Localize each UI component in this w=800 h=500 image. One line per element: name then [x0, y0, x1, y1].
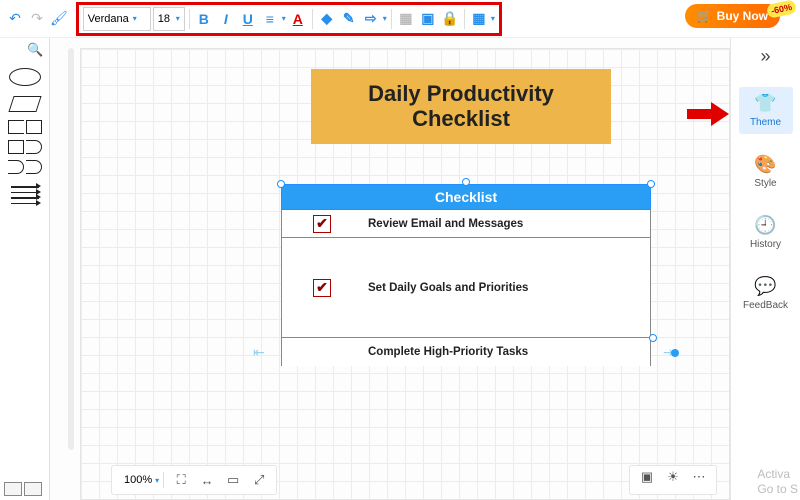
- chevron-down-icon: ▾: [155, 476, 159, 485]
- table-row[interactable]: Complete High-Priority Tasks: [281, 338, 651, 366]
- cart-icon: 🛒: [697, 9, 712, 23]
- flag-shape[interactable]: [8, 120, 24, 134]
- tutorial-arrow-icon: [687, 102, 731, 126]
- font-size-value: 18: [158, 13, 170, 25]
- windows-activation-watermark: ActivaGo to S: [757, 467, 798, 496]
- chevron-down-icon: ▾: [282, 14, 286, 23]
- lock-button[interactable]: 🔒: [440, 9, 460, 29]
- shape-category-tabs[interactable]: [4, 482, 42, 496]
- sidebar-item-label: FeedBack: [743, 300, 788, 311]
- task-cell: Set Daily Goals and Priorities: [362, 282, 650, 294]
- image-button[interactable]: ▦: [396, 9, 416, 29]
- brightness-button[interactable]: ☀: [664, 468, 682, 486]
- shape-library-panel: 🔍: [0, 38, 50, 500]
- search-icon[interactable]: 🔍: [27, 42, 45, 60]
- buy-now-label: Buy Now: [717, 9, 768, 23]
- canvas-bottom-toolbar: 100% ▾ ⛶ ↔ ▭ ⤢: [111, 465, 277, 495]
- sidebar-item-history[interactable]: 🕘 History: [739, 209, 793, 256]
- font-size-select[interactable]: 18 ▾: [153, 7, 185, 31]
- table-row[interactable]: ✔ Review Email and Messages: [281, 210, 651, 238]
- extend-left-handle[interactable]: ⇤: [253, 344, 275, 358]
- title-text-box[interactable]: Daily Productivity Checklist: [311, 69, 611, 144]
- text-color-button[interactable]: A: [288, 9, 308, 29]
- layer-button[interactable]: ▣: [418, 9, 438, 29]
- presentation-button[interactable]: ▣: [638, 468, 656, 486]
- sidebar-item-label: Style: [754, 178, 776, 189]
- format-painter-button[interactable]: 🖌: [50, 10, 68, 27]
- task-cell: Complete High-Priority Tasks: [362, 346, 650, 358]
- parallelogram-shape[interactable]: [8, 96, 41, 112]
- font-family-value: Verdana: [88, 13, 129, 25]
- table-row[interactable]: ✔ Set Daily Goals and Priorities: [281, 238, 651, 338]
- sidebar-item-feedback[interactable]: 💬 FeedBack: [739, 270, 793, 317]
- redo-button[interactable]: ↷: [28, 10, 46, 28]
- sidebar-item-style[interactable]: 🎨 Style: [739, 148, 793, 195]
- collapse-sidebar-button[interactable]: »: [760, 46, 770, 67]
- more-view-button[interactable]: ⋯: [690, 468, 708, 486]
- arc-shape[interactable]: [26, 140, 42, 154]
- arrow-line-shape-3[interactable]: [11, 203, 39, 205]
- chevron-down-icon: ▾: [133, 14, 137, 23]
- canvas-wrapper: Daily Productivity Checklist Checklist ✔…: [50, 38, 730, 500]
- clock-icon: 🕘: [754, 215, 776, 236]
- selection-handle[interactable]: [647, 180, 655, 188]
- palette-icon: 🎨: [754, 154, 776, 175]
- ellipse-shape[interactable]: [9, 68, 41, 86]
- table-grid-button[interactable]: ▦: [469, 9, 489, 29]
- checklist-table[interactable]: Checklist ✔ Review Email and Messages ✔ …: [281, 184, 651, 366]
- font-family-select[interactable]: Verdana ▾: [83, 7, 151, 31]
- undo-button[interactable]: ↶: [6, 10, 24, 28]
- arc-shape-3[interactable]: [26, 160, 42, 174]
- sidebar-item-label: Theme: [750, 117, 781, 128]
- top-toolbar: ↶ ↷ 🖌 Verdana ▾ 18 ▾ B I U ≡ ▾ A ◆ ✎ ⇨ ▾…: [0, 0, 800, 38]
- main-area: 🔍 Daily Productivity Checklist: [0, 38, 800, 500]
- tshirt-icon: 👕: [754, 93, 776, 114]
- underline-button[interactable]: U: [238, 9, 258, 29]
- chevron-down-icon: ▾: [176, 14, 180, 23]
- sidebar-item-label: History: [750, 239, 781, 250]
- rect-shape[interactable]: [26, 120, 42, 134]
- arrow-line-shape-2[interactable]: [11, 192, 39, 194]
- separator: [391, 9, 392, 29]
- sidebar-item-theme[interactable]: 👕 Theme: [739, 87, 793, 134]
- drawing-canvas[interactable]: Daily Productivity Checklist Checklist ✔…: [80, 48, 730, 500]
- text-format-toolbar-highlight: Verdana ▾ 18 ▾ B I U ≡ ▾ A ◆ ✎ ⇨ ▾ ▦ ▣ 🔒…: [76, 2, 502, 36]
- separator: [312, 9, 313, 29]
- chevron-down-icon: ▾: [383, 14, 387, 23]
- selection-handle[interactable]: [671, 349, 679, 357]
- discount-badge: -60%: [766, 0, 797, 19]
- table-header: Checklist: [281, 184, 651, 210]
- bold-button[interactable]: B: [194, 9, 214, 29]
- fullscreen-button[interactable]: ⤢: [250, 471, 268, 489]
- checkmark-icon: ✔: [313, 279, 331, 297]
- checkmark-icon: ✔: [313, 215, 331, 233]
- fit-screen-button[interactable]: ⛶: [172, 471, 190, 489]
- chevron-down-icon: ▾: [491, 14, 495, 23]
- italic-button[interactable]: I: [216, 9, 236, 29]
- zoom-select[interactable]: 100% ▾: [120, 472, 164, 488]
- selection-handle[interactable]: [649, 334, 657, 342]
- zoom-value: 100%: [124, 474, 152, 486]
- arc-shape-2[interactable]: [8, 160, 24, 174]
- selection-handle[interactable]: [277, 180, 285, 188]
- buy-now-button[interactable]: 🛒 Buy Now: [685, 4, 780, 28]
- fit-width-button[interactable]: ↔: [198, 471, 216, 489]
- chat-icon: 💬: [754, 276, 776, 297]
- separator: [189, 9, 190, 29]
- vertical-scrollbar[interactable]: [68, 48, 74, 450]
- arrow-line-shape[interactable]: [11, 186, 39, 188]
- connector-button[interactable]: ⇨: [361, 9, 381, 29]
- task-cell: Review Email and Messages: [362, 218, 650, 230]
- pentagon-shape[interactable]: [8, 140, 24, 154]
- selection-handle[interactable]: [462, 178, 470, 186]
- align-button[interactable]: ≡: [260, 9, 280, 29]
- right-sidebar: » 👕 Theme 🎨 Style 🕘 History 💬 FeedBack A…: [730, 38, 800, 500]
- line-style-button[interactable]: ✎: [339, 9, 359, 29]
- plain-line-shape[interactable]: [11, 197, 39, 199]
- fit-page-button[interactable]: ▭: [224, 471, 242, 489]
- canvas-view-toolbar: ▣ ☀ ⋯: [629, 465, 717, 495]
- separator: [464, 9, 465, 29]
- fill-color-button[interactable]: ◆: [317, 9, 337, 29]
